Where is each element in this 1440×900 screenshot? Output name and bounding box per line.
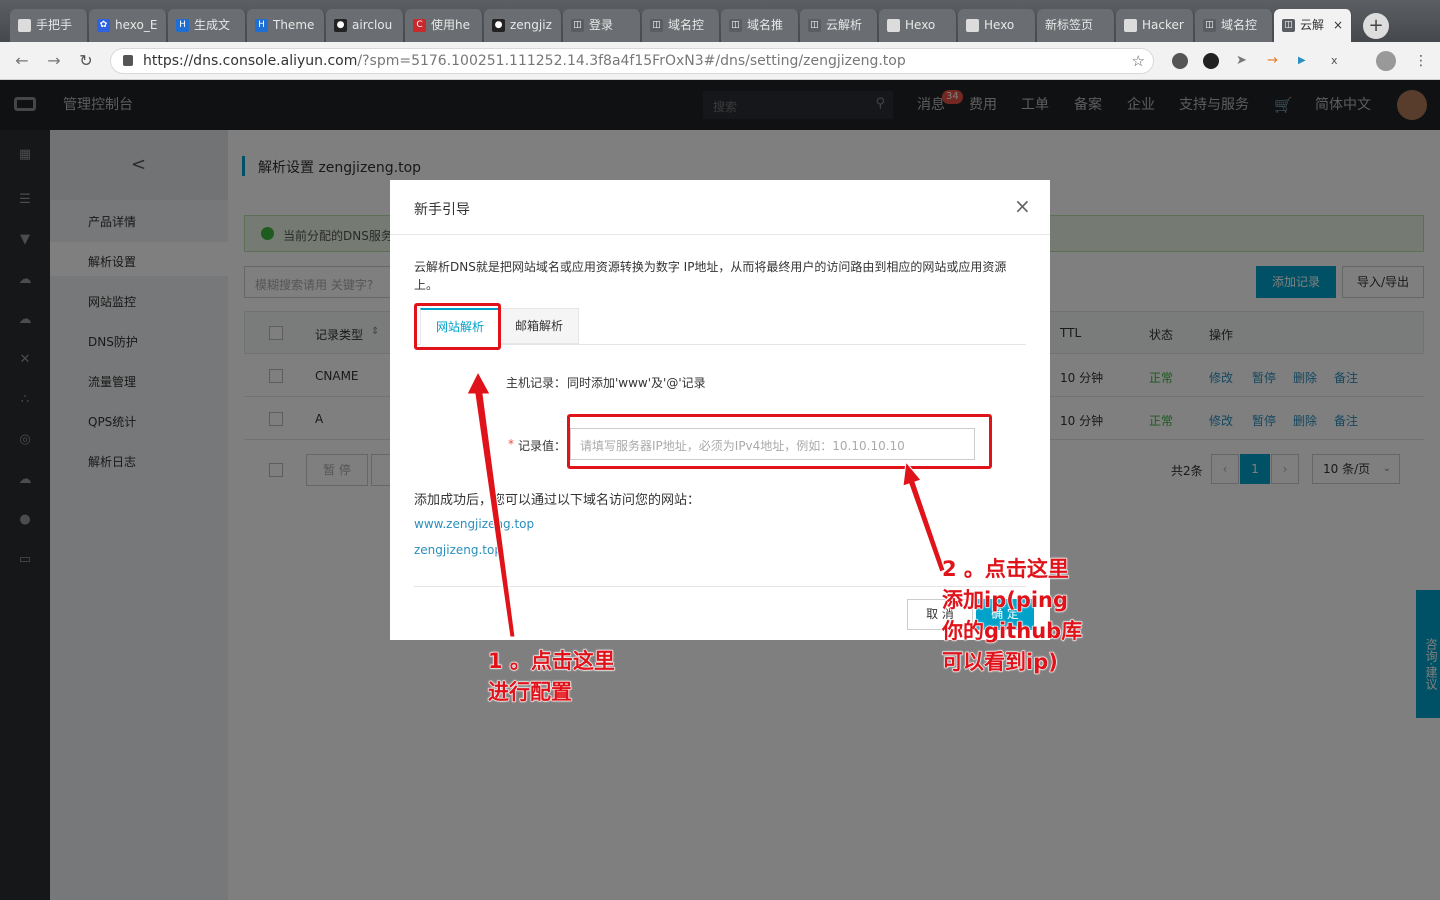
annotation-arrow-1 [466, 370, 516, 638]
annotation-note-2-line: 你的github库 [941, 619, 1083, 644]
annotation-note-2-line: 可以看到ip) [941, 650, 1058, 675]
annotation-note-1: 1 。点击这里 进行配置 [488, 646, 616, 708]
annotation-note-1-line: 1 。点击这里 [488, 649, 616, 674]
annotation-note-2: 2 。点击这里 添加ip(ping 你的github库 可以看到ip) [941, 554, 1083, 678]
annotation-note-2-line: 添加ip(ping [941, 588, 1069, 613]
annotation-arrow-2 [902, 460, 946, 573]
annotation-arrows [466, 370, 946, 638]
annotation-note-2-line: 2 。点击这里 [941, 557, 1069, 582]
annotation-note-1-line: 进行配置 [488, 680, 573, 705]
